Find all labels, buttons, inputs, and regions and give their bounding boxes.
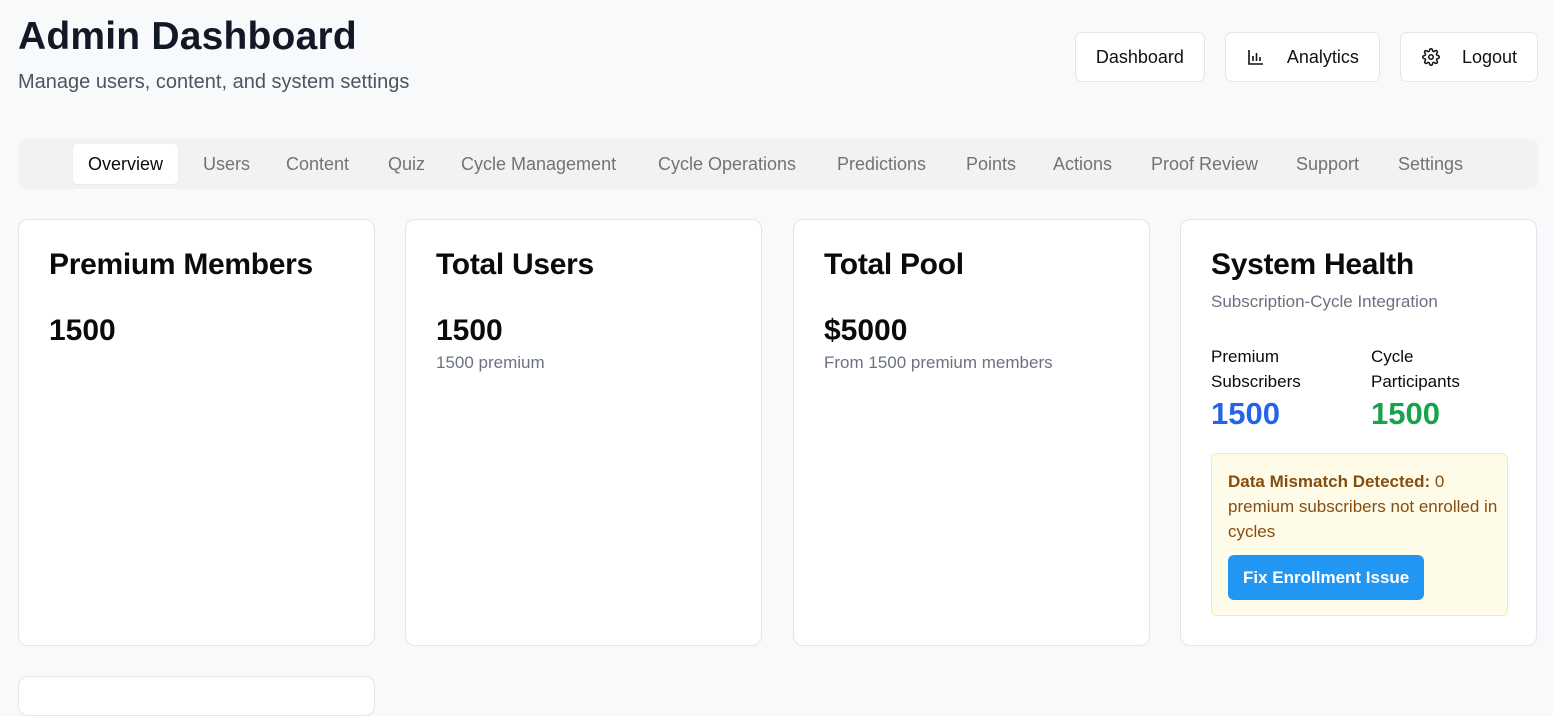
bar-chart-icon [1248, 50, 1263, 65]
tab-predictions[interactable]: Predictions [822, 144, 941, 184]
tab-users[interactable]: Users [188, 144, 265, 184]
analytics-button[interactable]: Analytics [1224, 32, 1380, 82]
card-value: 1500 [49, 314, 116, 347]
premium-members-card: Premium Members 1500 [18, 219, 375, 646]
dashboard-button[interactable]: Dashboard [1074, 32, 1205, 82]
page-subtitle: Manage users, content, and system settin… [18, 71, 410, 93]
top-buttons: Dashboard Analytics Logout [1074, 32, 1538, 82]
tab-content[interactable]: Content [271, 144, 364, 184]
tab-bar: Overview Users Content Quiz Cycle Manage… [18, 139, 1538, 189]
total-users-card: Total Users 1500 1500 premium [405, 219, 762, 646]
card-subtext: From 1500 premium members [824, 353, 1053, 372]
tab-support[interactable]: Support [1281, 144, 1374, 184]
card-title: Total Users [436, 248, 594, 281]
tab-settings[interactable]: Settings [1383, 144, 1478, 184]
mismatch-alert: Data Mismatch Detected: 0 premium subscr… [1211, 453, 1508, 616]
next-row-card [18, 676, 375, 716]
premium-subscribers-value: 1500 [1211, 396, 1280, 431]
card-subtitle: Subscription-Cycle Integration [1211, 292, 1438, 311]
fix-enrollment-button[interactable]: Fix Enrollment Issue [1228, 555, 1425, 600]
tab-overview[interactable]: Overview [73, 144, 179, 184]
alert-text: Data Mismatch Detected: 0 premium subscr… [1228, 469, 1498, 544]
tab-proof-review[interactable]: Proof Review [1136, 144, 1273, 184]
card-title: Total Pool [824, 248, 964, 281]
logout-button-label: Logout [1461, 46, 1517, 67]
tab-cycle-operations[interactable]: Cycle Operations [643, 144, 811, 184]
cycle-participants-value: 1500 [1371, 396, 1440, 431]
alert-title: Data Mismatch Detected: [1228, 472, 1431, 491]
page-title: Admin Dashboard [18, 15, 357, 58]
tab-quiz[interactable]: Quiz [373, 144, 440, 184]
system-health-card: System Health Subscription-Cycle Integra… [1180, 219, 1537, 646]
card-title: System Health [1211, 248, 1414, 281]
card-subtext: 1500 premium [436, 353, 545, 372]
card-value: 1500 [436, 314, 503, 347]
dashboard-button-label: Dashboard [1095, 46, 1184, 67]
page-header: Admin Dashboard Manage users, content, a… [18, 14, 409, 94]
premium-subscribers-label: Premium Subscribers [1211, 347, 1301, 391]
card-title: Premium Members [49, 248, 313, 281]
analytics-button-label: Analytics [1286, 46, 1359, 67]
logout-button[interactable]: Logout [1399, 32, 1538, 82]
tab-cycle-management[interactable]: Cycle Management [446, 144, 631, 184]
tab-points[interactable]: Points [951, 144, 1031, 184]
card-value: $5000 [824, 314, 908, 347]
gear-icon [1422, 48, 1440, 66]
tab-actions[interactable]: Actions [1038, 144, 1127, 184]
total-pool-card: Total Pool $5000 From 1500 premium membe… [793, 219, 1150, 646]
cycle-participants-label: Cycle Participants [1371, 347, 1460, 391]
